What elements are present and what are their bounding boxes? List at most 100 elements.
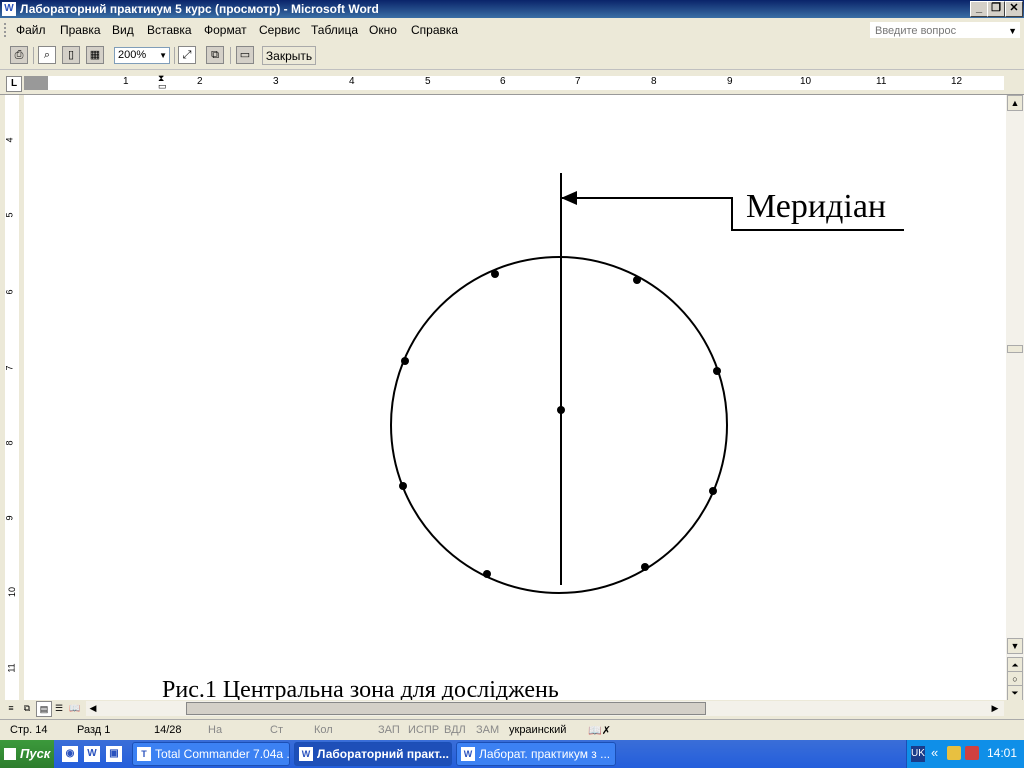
menu-edit[interactable]: Правка: [60, 23, 101, 37]
shrink-to-fit-icon[interactable]: ⧉: [206, 46, 224, 64]
ruler-number: 7: [4, 365, 15, 371]
network-icon[interactable]: [947, 746, 961, 760]
outline-view-icon[interactable]: ☰: [52, 701, 66, 715]
word-icon: W: [2, 2, 16, 16]
menu-format[interactable]: Формат: [204, 23, 247, 37]
ruler-number: 4: [4, 137, 15, 143]
ruler-number: 6: [500, 76, 506, 87]
sample-point: [483, 570, 491, 578]
ruler-number: 12: [951, 76, 963, 87]
status-section: Разд 1: [77, 724, 111, 736]
ruler-number: 5: [425, 76, 431, 87]
minimize-button[interactable]: _: [970, 1, 988, 17]
view-ruler-icon[interactable]: ⤢: [178, 46, 196, 64]
ruler-number: 6: [4, 289, 15, 295]
center-point: [557, 406, 565, 414]
chevron-down-icon[interactable]: ▼: [159, 48, 167, 63]
figure-caption: Рис.1 Центральна зона для досліджень: [162, 677, 559, 700]
close-preview-button[interactable]: Закрыть: [262, 46, 316, 65]
ruler-number: 10: [7, 586, 18, 598]
zoom-select[interactable]: 200% ▼: [114, 47, 170, 64]
print-icon[interactable]: ⎙: [10, 46, 28, 64]
word-icon[interactable]: W: [84, 746, 100, 762]
status-extend[interactable]: ВДЛ: [444, 724, 466, 736]
tab-selector[interactable]: L: [6, 76, 22, 92]
quicklaunch-icon[interactable]: ◉: [62, 746, 78, 762]
start-button[interactable]: Пуск: [0, 740, 54, 768]
toolbar-grip[interactable]: [4, 23, 9, 37]
title-bar: W Лабораторний практикум 5 курс (просмот…: [0, 0, 1024, 18]
reading-layout-icon[interactable]: 📖: [68, 701, 82, 715]
menu-insert[interactable]: Вставка: [147, 23, 192, 37]
menu-window[interactable]: Окно: [369, 23, 397, 37]
show-hidden-icons-icon[interactable]: «: [931, 745, 938, 760]
save-icon[interactable]: ▣: [106, 746, 122, 762]
task-total-commander[interactable]: T Total Commander 7.04a ...: [132, 742, 290, 766]
word-icon: W: [461, 747, 475, 761]
horizontal-ruler[interactable]: L 1 2 3 4 5 6 7 8 9 10 11 12 ⧗ ▭: [0, 72, 1024, 95]
print-layout-icon[interactable]: ▤: [36, 701, 52, 717]
close-window-button[interactable]: ✕: [1005, 1, 1023, 17]
menu-help[interactable]: Справка: [411, 23, 458, 37]
restore-button[interactable]: ❐: [987, 1, 1005, 17]
ruler-number: 8: [651, 76, 657, 87]
ask-question-field[interactable]: Введите вопрос ▼: [870, 22, 1020, 38]
one-page-icon[interactable]: ▯: [62, 46, 80, 64]
system-tray: UK « 14:01: [906, 740, 1024, 768]
status-language[interactable]: украинский: [509, 724, 566, 736]
print-preview-toolbar: ⎙ ⌕ ▯ ▦ 200% ▼ ⤢ ⧉ ▭ Закрыть: [0, 43, 1024, 70]
chevron-down-icon[interactable]: ▼: [1008, 23, 1017, 39]
scroll-up-icon[interactable]: ▲: [1007, 95, 1023, 111]
status-at: На: [208, 724, 223, 736]
ruler-number: 10: [800, 76, 812, 87]
language-indicator[interactable]: UK: [911, 746, 925, 762]
menu-file[interactable]: Файл: [16, 23, 46, 37]
magnifier-icon[interactable]: ⌕: [38, 46, 56, 64]
horizontal-scrollbar[interactable]: ◀ ▶: [86, 701, 1004, 716]
ask-question-placeholder: Введите вопрос: [875, 25, 957, 37]
sample-point: [641, 563, 649, 571]
status-pages: 14/28: [154, 724, 182, 736]
research-zone-circle: [390, 256, 728, 594]
scroll-thumb[interactable]: [1007, 345, 1023, 353]
ruler-strip: [24, 76, 1004, 90]
vertical-scrollbar[interactable]: ▲ ▼ ⏶ ○ ⏷: [1006, 95, 1024, 701]
status-page: Стр. 14: [10, 724, 48, 736]
scroll-left-icon[interactable]: ◀: [86, 701, 100, 715]
ruler-number: 8: [4, 440, 15, 446]
next-page-icon[interactable]: ⏷: [1007, 685, 1023, 701]
word-icon: W: [299, 747, 313, 761]
web-layout-icon[interactable]: ⧉: [20, 701, 34, 715]
menu-tools[interactable]: Сервис: [259, 23, 300, 37]
normal-view-icon[interactable]: ≡: [4, 701, 18, 715]
ruler-number: 9: [4, 515, 15, 521]
sample-point: [491, 270, 499, 278]
menu-view[interactable]: Вид: [112, 23, 134, 37]
document-page[interactable]: Меридіан Рис.1 Центральна зона для дослі…: [24, 95, 1006, 700]
status-record[interactable]: ЗАП: [378, 724, 400, 736]
start-label: Пуск: [20, 746, 51, 761]
full-screen-icon[interactable]: ▭: [236, 46, 254, 64]
task-word-document[interactable]: W Лаборат. практикум з ...: [456, 742, 616, 766]
multiple-pages-icon[interactable]: ▦: [86, 46, 104, 64]
status-track-changes[interactable]: ИСПР: [408, 724, 439, 736]
status-bar: Стр. 14 Разд 1 14/28 На Ст Кол ЗАП ИСПР …: [0, 719, 1024, 740]
scroll-thumb[interactable]: [186, 702, 706, 715]
security-shield-icon[interactable]: [965, 746, 979, 760]
scroll-down-icon[interactable]: ▼: [1007, 638, 1023, 654]
task-word-document-active[interactable]: W Лабораторний практ...: [294, 742, 452, 766]
sample-point: [399, 482, 407, 490]
status-overtype[interactable]: ЗАМ: [476, 724, 499, 736]
clock[interactable]: 14:01: [987, 746, 1017, 760]
task-label: Total Commander 7.04a ...: [155, 747, 290, 761]
vertical-ruler[interactable]: 4 5 6 7 8 9 10 11: [0, 95, 24, 700]
status-column: Кол: [314, 724, 333, 736]
windows-logo-icon: [4, 748, 16, 760]
ruler-number: 7: [575, 76, 581, 87]
sample-point: [713, 367, 721, 375]
menu-table[interactable]: Таблица: [311, 23, 358, 37]
scroll-right-icon[interactable]: ▶: [988, 701, 1002, 715]
spelling-status-icon[interactable]: 📖✗: [588, 724, 611, 737]
ruler-number: 1: [123, 76, 129, 87]
indent-marker[interactable]: ⧗ ▭: [158, 74, 167, 91]
